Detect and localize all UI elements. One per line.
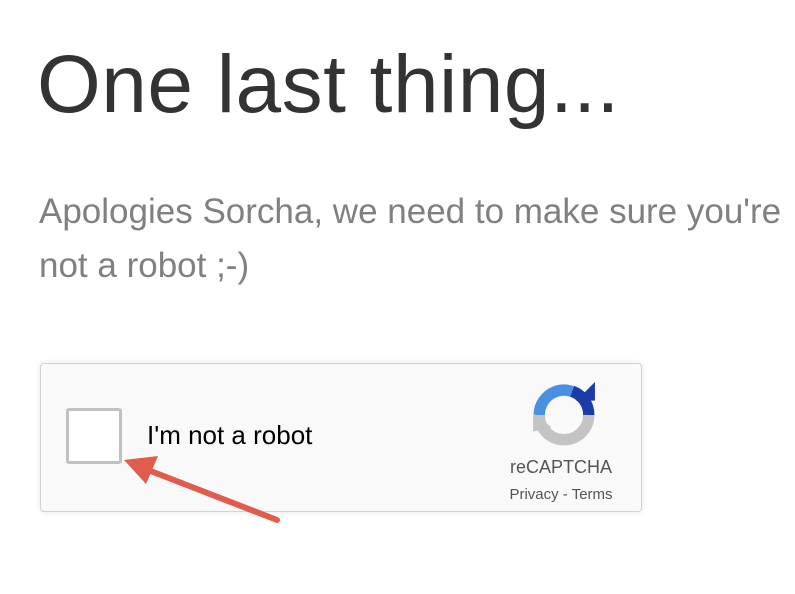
recaptcha-widget: I'm not a robot reCAPTCHA Privacy - Term…	[40, 363, 642, 512]
not-a-robot-checkbox[interactable]	[66, 408, 122, 464]
page: One last thing... Apologies Sorcha, we n…	[0, 0, 795, 594]
checkbox-label: I'm not a robot	[147, 420, 313, 450]
link-separator: -	[558, 486, 572, 503]
privacy-link[interactable]: Privacy	[509, 486, 558, 503]
terms-link[interactable]: Terms	[572, 486, 613, 503]
page-title: One last thing...	[37, 39, 620, 130]
page-subtitle: Apologies Sorcha, we need to make sure y…	[39, 192, 782, 285]
recaptcha-links: Privacy - Terms	[491, 486, 631, 503]
recaptcha-brand: reCAPTCHA	[509, 457, 612, 477]
recaptcha-logo-icon	[533, 382, 595, 446]
